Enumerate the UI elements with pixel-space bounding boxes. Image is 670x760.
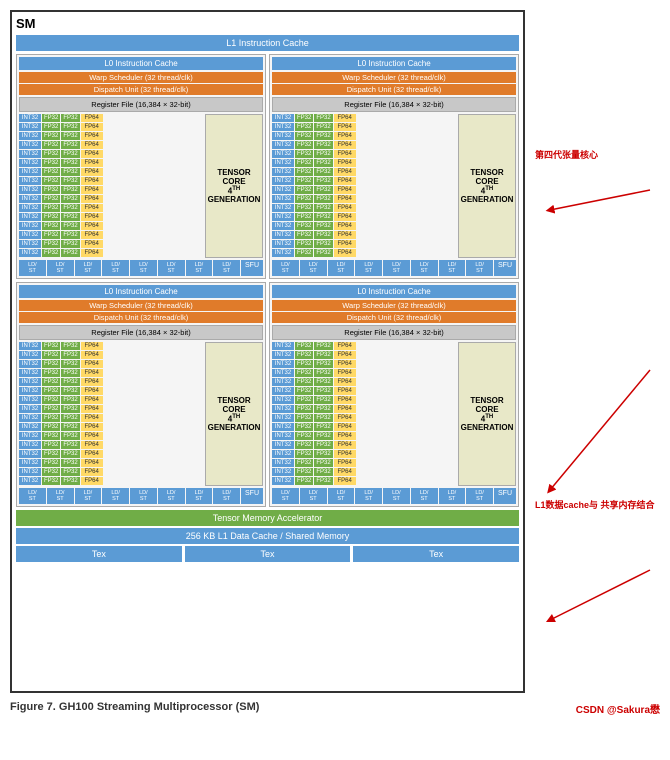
right-annotations: 第四代张量核心 L1数据cache与 共享内存结合 xyxy=(530,10,660,693)
cores-grid-bl: INT32FP32FP32FP64 INT32FP32FP32FP64 INT3… xyxy=(19,342,203,486)
ld-sfu-tl: LD/ST LD/ST LD/ST LD/ST LD/ST LD/ST LD/S… xyxy=(19,260,263,276)
quadrant-bottom-left: L0 Instruction Cache Warp Scheduler (32 … xyxy=(16,282,266,507)
dispatch-unit-tr: Dispatch Unit (32 thread/clk) xyxy=(272,84,516,95)
annotation-fourth-gen: 第四代张量核心 xyxy=(535,150,598,162)
l0-cache-br: L0 Instruction Cache xyxy=(272,285,516,298)
sm-diagram: SM L1 Instruction Cache L0 Instruction C… xyxy=(10,10,525,693)
sfu-br: SFU xyxy=(494,488,516,504)
dispatch-unit-tl: Dispatch Unit (32 thread/clk) xyxy=(19,84,263,95)
dispatch-unit-bl: Dispatch Unit (32 thread/clk) xyxy=(19,312,263,323)
quadrants: L0 Instruction Cache Warp Scheduler (32 … xyxy=(16,54,519,507)
sfu-tr: SFU xyxy=(494,260,516,276)
l0-cache-tr: L0 Instruction Cache xyxy=(272,57,516,70)
quadrant-top-right: L0 Instruction Cache Warp Scheduler (32 … xyxy=(269,54,519,279)
tensor-memory-accelerator: Tensor Memory Accelerator xyxy=(16,510,519,526)
csdn-credit: CSDN @Sakura懋 xyxy=(576,701,660,716)
core-area-tl: INT32FP32FP32FP64 INT32FP32FP32FP64 INT3… xyxy=(19,114,263,258)
warp-scheduler-br: Warp Scheduler (32 thread/clk) xyxy=(272,300,516,311)
cores-grid-tr: INT32FP32FP32FP64 INT32FP32FP32FP64 INT3… xyxy=(272,114,456,258)
register-file-tl: Register File (16,384 × 32-bit) xyxy=(19,97,263,112)
warp-scheduler-tr: Warp Scheduler (32 thread/clk) xyxy=(272,72,516,83)
ld-sfu-bl: LD/ST LD/ST LD/ST LD/ST LD/ST LD/ST LD/S… xyxy=(19,488,263,504)
tex-1: Tex xyxy=(16,546,182,562)
quadrant-top-left: L0 Instruction Cache Warp Scheduler (32 … xyxy=(16,54,266,279)
ld-sfu-tr: LD/ST LD/ST LD/ST LD/ST LD/ST LD/ST LD/S… xyxy=(272,260,516,276)
register-file-br: Register File (16,384 × 32-bit) xyxy=(272,325,516,340)
tensor-core-tl: TENSOR CORE 4TH GENERATION xyxy=(205,114,263,258)
core-area-br: INT32FP32FP32FP64 INT32FP32FP32FP64 INT3… xyxy=(272,342,516,486)
content-area: SM L1 Instruction Cache L0 Instruction C… xyxy=(10,10,660,693)
core-area-tr: INT32FP32FP32FP64 INT32FP32FP32FP64 INT3… xyxy=(272,114,516,258)
dispatch-unit-br: Dispatch Unit (32 thread/clk) xyxy=(272,312,516,323)
sm-title: SM xyxy=(16,16,519,31)
bottom-section: Tensor Memory Accelerator 256 KB L1 Data… xyxy=(16,510,519,562)
figure-title: GH100 Streaming Multiprocessor (SM) xyxy=(59,701,260,713)
figure-number: Figure 7. xyxy=(10,701,56,713)
l0-cache-tl: L0 Instruction Cache xyxy=(19,57,263,70)
tex-3: Tex xyxy=(353,546,519,562)
cores-grid-tl: INT32FP32FP32FP64 INT32FP32FP32FP64 INT3… xyxy=(19,114,203,258)
tensor-core-bl: TENSOR CORE 4TH GENERATION xyxy=(205,342,263,486)
annotation-l1-cache: L1数据cache与 共享内存结合 xyxy=(535,500,655,512)
register-file-bl: Register File (16,384 × 32-bit) xyxy=(19,325,263,340)
ld-sfu-br: LD/ST LD/ST LD/ST LD/ST LD/ST LD/ST LD/S… xyxy=(272,488,516,504)
l1-instruction-cache: L1 Instruction Cache xyxy=(16,35,519,51)
warp-scheduler-tl: Warp Scheduler (32 thread/clk) xyxy=(19,72,263,83)
l0-cache-bl: L0 Instruction Cache xyxy=(19,285,263,298)
tex-2: Tex xyxy=(185,546,351,562)
warp-scheduler-bl: Warp Scheduler (32 thread/clk) xyxy=(19,300,263,311)
l1-data-cache: 256 KB L1 Data Cache / Shared Memory xyxy=(16,528,519,544)
sfu-bl: SFU xyxy=(241,488,263,504)
quadrant-bottom-right: L0 Instruction Cache Warp Scheduler (32 … xyxy=(269,282,519,507)
sfu-tl: SFU xyxy=(241,260,263,276)
register-file-tr: Register File (16,384 × 32-bit) xyxy=(272,97,516,112)
tex-row: Tex Tex Tex xyxy=(16,546,519,562)
annotation-arrows xyxy=(530,10,660,690)
cores-grid-br: INT32FP32FP32FP64 INT32FP32FP32FP64 INT3… xyxy=(272,342,456,486)
page: SM L1 Instruction Cache L0 Instruction C… xyxy=(0,0,670,760)
core-area-bl: INT32FP32FP32FP64 INT32FP32FP32FP64 INT3… xyxy=(19,342,263,486)
tensor-core-tr: TENSOR CORE 4TH GENERATION xyxy=(458,114,516,258)
figure-caption: Figure 7. GH100 Streaming Multiprocessor… xyxy=(10,701,660,713)
tensor-core-br: TENSOR CORE 4TH GENERATION xyxy=(458,342,516,486)
